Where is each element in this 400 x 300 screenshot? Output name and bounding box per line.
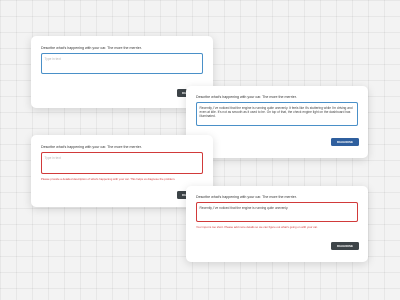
description-textarea[interactable]: Recently, I've noticed that the engine i… bbox=[196, 202, 358, 222]
description-value: Recently, I've noticed that the engine i… bbox=[199, 205, 289, 210]
diagnose-button[interactable]: DIAGNOSE bbox=[331, 138, 359, 146]
description-textarea[interactable]: Recently, I've noticed that the engine i… bbox=[196, 102, 358, 126]
description-prompt: Describe what's happening with your car.… bbox=[196, 95, 297, 99]
description-placeholder: Type in text bbox=[44, 56, 61, 61]
error-message: Please provide a detailed description of… bbox=[41, 177, 176, 181]
description-textarea[interactable]: Type in text bbox=[41, 53, 203, 74]
description-prompt: Describe what's happening with your car.… bbox=[41, 145, 142, 149]
description-placeholder: Type in text bbox=[44, 155, 61, 160]
description-prompt: Describe what's happening with your car.… bbox=[196, 195, 297, 199]
error-message: Your input is too short. Please add more… bbox=[196, 225, 318, 229]
diagnose-button[interactable]: DIAGNOSE bbox=[331, 242, 359, 250]
description-textarea[interactable]: Type in text bbox=[41, 152, 203, 174]
diagnose-card-filled: Describe what's happening with your car.… bbox=[186, 86, 368, 158]
description-prompt: Describe what's happening with your car.… bbox=[41, 46, 142, 50]
diagnose-card-error-short: Describe what's happening with your car.… bbox=[186, 186, 368, 262]
description-value: Recently, I've noticed that the engine i… bbox=[199, 105, 353, 118]
